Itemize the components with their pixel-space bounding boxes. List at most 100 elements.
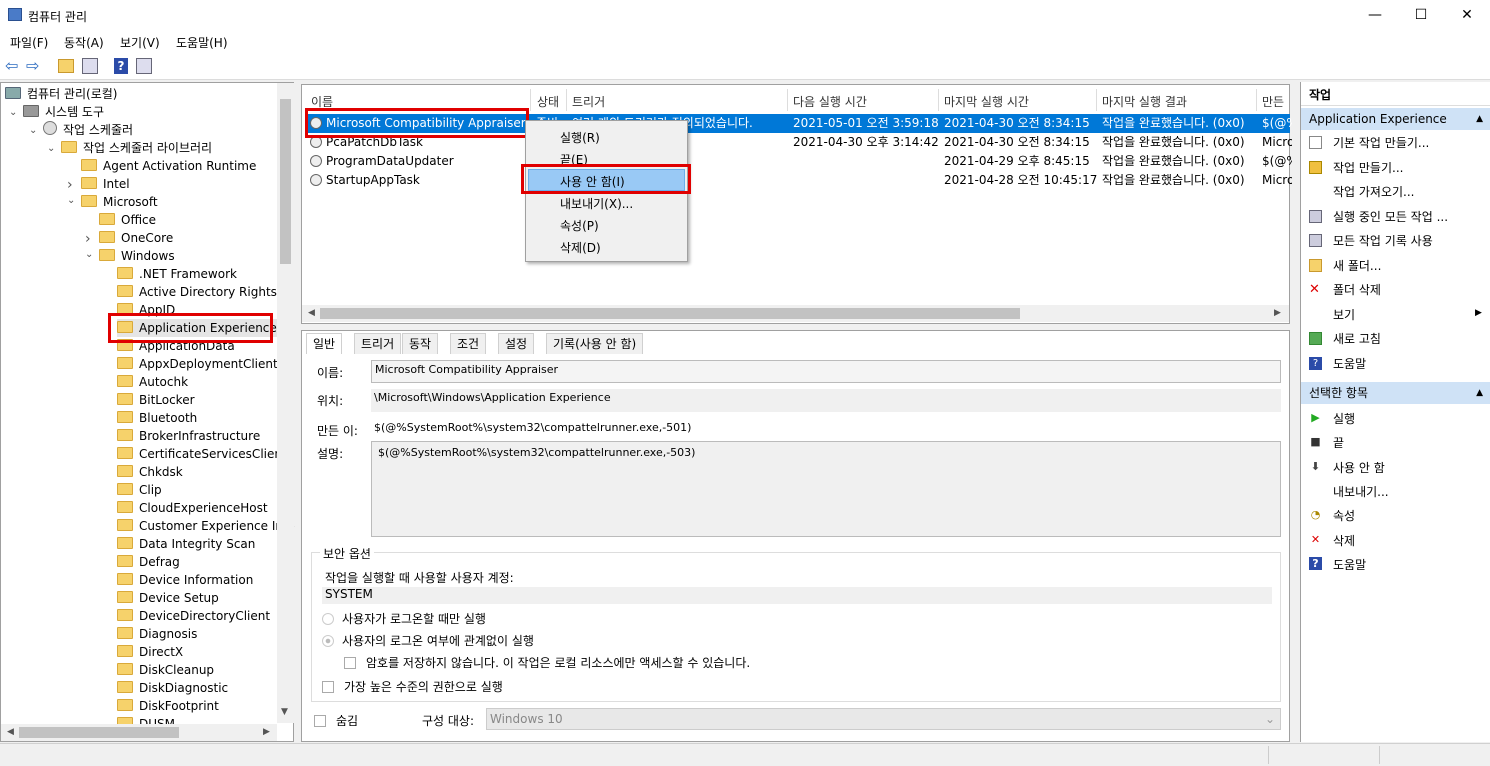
checkbox[interactable] <box>322 681 334 693</box>
tree-item[interactable]: Microsoft <box>81 193 158 211</box>
column-header-last-result[interactable]: 마지막 실행 결과 <box>1102 93 1187 110</box>
action-item[interactable]: 도움말 <box>1333 355 1366 372</box>
tree-item[interactable]: Device Information <box>117 571 253 589</box>
radio-regardless-logon[interactable]: 사용자의 로그온 여부에 관계없이 실행 <box>322 632 534 649</box>
maximize-button[interactable]: ☐ <box>1398 0 1444 31</box>
actions-group-selected-item[interactable]: 선택한 항목 ▲ <box>1301 382 1490 404</box>
menu-view[interactable]: 보기(V) <box>120 34 160 51</box>
config-dropdown[interactable]: Windows 10 ⌄ <box>486 708 1281 730</box>
tree-root[interactable]: 컴퓨터 관리(로컬) <box>5 85 117 103</box>
table-row[interactable]: ProgramDataUpdater 2021-04-29 오후 8:45:15 작… <box>306 152 1292 171</box>
show-hide-tree-icon[interactable] <box>82 58 98 74</box>
tree-item[interactable]: Active Directory Rights M <box>117 283 291 301</box>
menu-help[interactable]: 도움말(H) <box>176 34 228 51</box>
action-item[interactable]: 도움말 <box>1333 556 1366 573</box>
action-item[interactable]: 새 폴더... <box>1333 257 1381 274</box>
minimize-button[interactable]: — <box>1352 0 1398 31</box>
column-divider[interactable] <box>530 89 531 111</box>
action-item[interactable]: 사용 안 함 <box>1333 459 1385 476</box>
radio-button[interactable] <box>322 613 334 625</box>
chevron-down-icon[interactable]: ⌄ <box>29 125 37 136</box>
tree-horizontal-scrollbar[interactable]: ◀ ▶ <box>1 724 277 741</box>
action-item[interactable]: 실행 <box>1333 410 1355 427</box>
tree-library[interactable]: 작업 스케줄러 라이브러리 <box>61 139 212 157</box>
tab-general[interactable]: 일반 <box>306 333 343 354</box>
tree-task-scheduler[interactable]: 작업 스케줄러 <box>43 121 133 139</box>
chevron-left-icon[interactable]: ◀ <box>308 308 315 318</box>
tab-settings[interactable]: 설정 <box>498 333 535 354</box>
tree-item[interactable]: Intel <box>81 175 130 193</box>
column-divider[interactable] <box>787 89 788 111</box>
tree-item[interactable]: Office <box>99 211 156 229</box>
tree-vertical-scrollbar[interactable]: ▼ <box>277 83 294 723</box>
action-item[interactable]: 새로 고침 <box>1333 330 1381 347</box>
tree-item[interactable]: BitLocker <box>117 391 195 409</box>
action-item[interactable]: 실행 중인 모든 작업 ... <box>1333 208 1448 225</box>
actions-group-application-experience[interactable]: Application Experience ▲ <box>1301 108 1490 130</box>
column-divider[interactable] <box>1256 89 1257 111</box>
tree-item[interactable]: CloudExperienceHost <box>117 499 268 517</box>
chevron-down-icon[interactable]: ▼ <box>281 707 288 717</box>
column-header-next-run[interactable]: 다음 실행 시간 <box>793 93 867 110</box>
tree-item[interactable]: Chkdsk <box>117 463 183 481</box>
menu-action[interactable]: 동작(A) <box>64 34 104 51</box>
action-item[interactable]: 모든 작업 기록 사용 <box>1333 232 1433 249</box>
column-divider[interactable] <box>566 89 567 111</box>
help-icon[interactable]: ? <box>114 58 128 74</box>
chevron-right-icon[interactable]: › <box>85 231 91 247</box>
chevron-right-icon[interactable]: ▶ <box>263 727 270 737</box>
chevron-down-icon[interactable]: ⌄ <box>47 143 55 154</box>
tree-item[interactable]: OneCore <box>99 229 173 247</box>
checkbox[interactable] <box>314 715 326 727</box>
checkbox-highest-privileges[interactable]: 가장 높은 수준의 권한으로 실행 <box>322 678 503 695</box>
checkbox[interactable] <box>344 657 356 669</box>
menu-item-properties[interactable]: 속성(P) <box>560 217 599 234</box>
action-pane-icon[interactable] <box>136 58 152 74</box>
tab-conditions[interactable]: 조건 <box>450 333 487 354</box>
menu-item-delete[interactable]: 삭제(D) <box>560 239 601 256</box>
action-item[interactable]: 내보내기... <box>1333 483 1389 500</box>
tree-item[interactable]: DirectX <box>117 643 183 661</box>
column-header-last-run[interactable]: 마지막 실행 시간 <box>944 93 1029 110</box>
tree-item[interactable]: Agent Activation Runtime <box>81 157 256 175</box>
tree-item[interactable]: DiskDiagnostic <box>117 679 228 697</box>
tree-item[interactable]: Diagnosis <box>117 625 197 643</box>
tree-system-tools[interactable]: 시스템 도구 <box>23 103 104 121</box>
chevron-left-icon[interactable]: ◀ <box>7 727 14 737</box>
checkbox-no-password[interactable]: 암호를 저장하지 않습니다. 이 작업은 로컬 리소스에만 액세스할 수 있습니… <box>344 654 750 671</box>
tree-item[interactable]: Bluetooth <box>117 409 197 427</box>
close-button[interactable]: ✕ <box>1444 0 1490 31</box>
tree-item[interactable]: DiskFootprint <box>117 697 219 715</box>
menu-file[interactable]: 파일(F) <box>10 34 48 51</box>
column-header-status[interactable]: 상태 <box>537 93 559 110</box>
tree-item[interactable]: AppxDeploymentClient <box>117 355 278 373</box>
forward-arrow-icon[interactable]: ⇨ <box>26 57 44 75</box>
action-item[interactable]: 작업 만들기... <box>1333 159 1403 176</box>
action-item[interactable]: 폴더 삭제 <box>1333 281 1381 298</box>
column-header-trigger[interactable]: 트리거 <box>572 93 605 110</box>
action-item[interactable]: 속성 <box>1333 507 1355 524</box>
chevron-down-icon[interactable]: ⌄ <box>85 249 93 260</box>
description-field[interactable]: $(@%SystemRoot%\system32\compattelrunner… <box>371 441 1281 537</box>
tree-item[interactable]: Data Integrity Scan <box>117 535 255 553</box>
tree-item[interactable]: Device Setup <box>117 589 219 607</box>
scroll-thumb[interactable] <box>19 727 179 738</box>
chevron-right-icon[interactable]: ▶ <box>1274 308 1281 318</box>
name-field[interactable]: Microsoft Compatibility Appraiser <box>371 360 1281 383</box>
checkbox-hidden[interactable]: 숨김 <box>314 712 358 729</box>
action-item[interactable]: 기본 작업 만들기... <box>1333 134 1429 151</box>
action-item[interactable]: 삭제 <box>1333 532 1355 549</box>
menu-item-run[interactable]: 실행(R) <box>560 129 600 146</box>
column-header-author[interactable]: 만든 <box>1262 93 1284 110</box>
column-divider[interactable] <box>938 89 939 111</box>
action-item[interactable]: 작업 가져오기... <box>1333 183 1415 200</box>
back-arrow-icon[interactable]: ⇦ <box>5 57 23 75</box>
tab-actions[interactable]: 동작 <box>402 333 439 354</box>
tree-item[interactable]: DiskCleanup <box>117 661 214 679</box>
tree-item[interactable]: Clip <box>117 481 162 499</box>
tree-item[interactable]: Windows <box>99 247 175 265</box>
radio-logon-only[interactable]: 사용자가 로그온할 때만 실행 <box>322 610 486 627</box>
chevron-down-icon[interactable]: ⌄ <box>9 107 17 118</box>
scroll-thumb[interactable] <box>280 99 291 264</box>
up-folder-icon[interactable] <box>58 59 74 73</box>
